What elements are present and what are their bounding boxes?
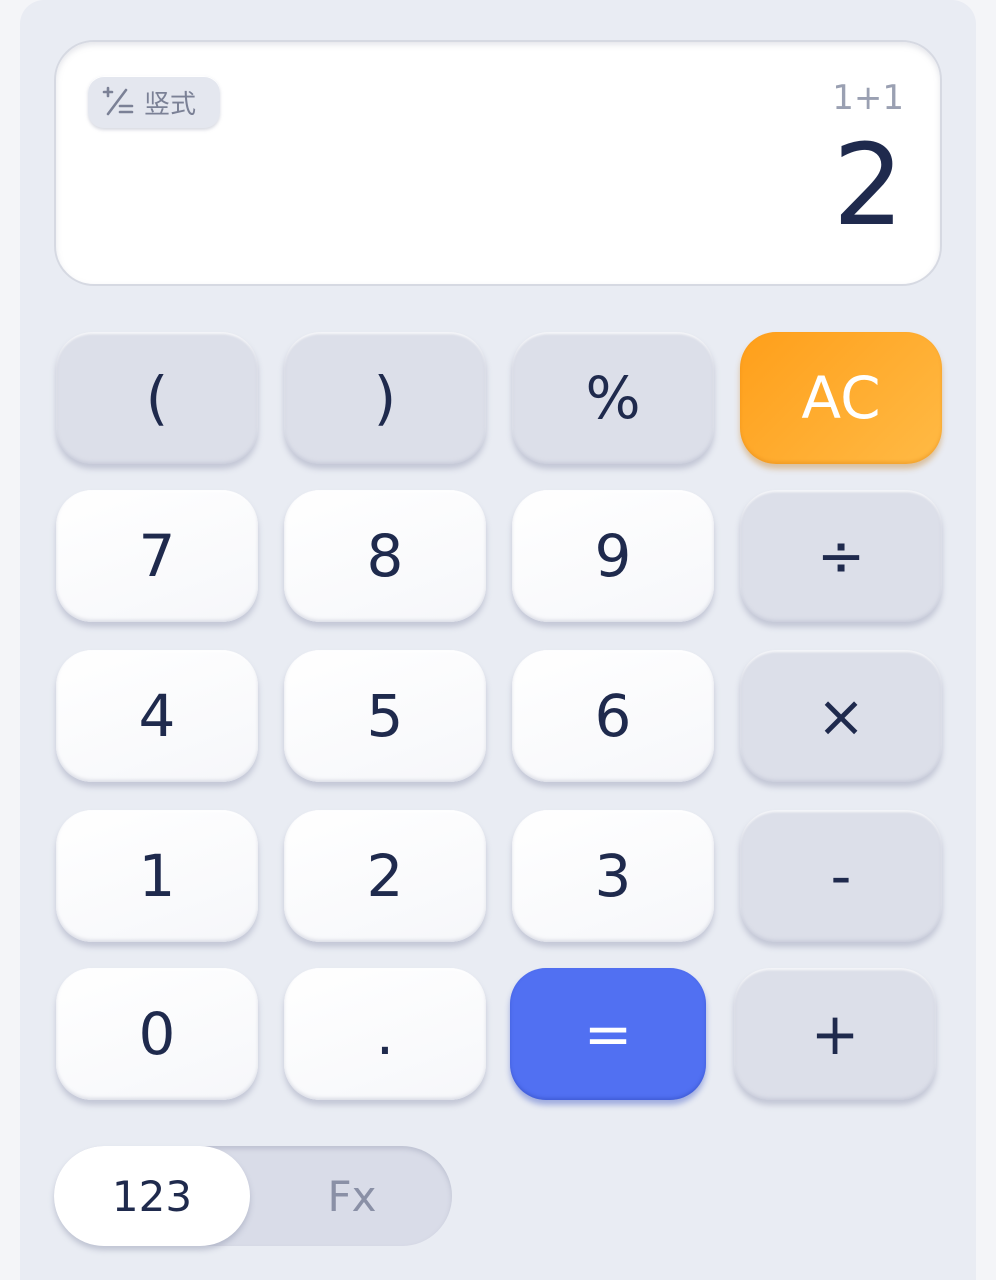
minus-key[interactable]: - [740, 810, 942, 942]
close-paren-key[interactable]: ) [284, 332, 486, 464]
basic-keyboard-tab[interactable]: 123 [54, 1146, 250, 1246]
digit-0-key[interactable]: 0 [56, 968, 258, 1100]
expression-text: 1+1 [832, 78, 904, 118]
digit-5-key[interactable]: 5 [284, 650, 486, 782]
open-paren-key[interactable]: ( [56, 332, 258, 464]
digit-4-key[interactable]: 4 [56, 650, 258, 782]
vertical-mode-label: 竖式 [144, 89, 197, 120]
divide-key[interactable]: ÷ [740, 490, 942, 622]
digit-3-key[interactable]: 3 [512, 810, 714, 942]
plus-key[interactable]: + [734, 968, 936, 1100]
digit-6-key[interactable]: 6 [512, 650, 714, 782]
digit-9-key[interactable]: 9 [512, 490, 714, 622]
vertical-arithmetic-icon [102, 86, 134, 116]
equals-key[interactable]: = [510, 968, 706, 1100]
clear-key[interactable]: AC [740, 332, 942, 464]
digit-7-key[interactable]: 7 [56, 490, 258, 622]
result-value: 2 [832, 121, 904, 251]
vertical-mode-button[interactable]: 竖式 [88, 76, 220, 128]
digit-8-key[interactable]: 8 [284, 490, 486, 622]
percent-key[interactable]: % [512, 332, 714, 464]
digit-1-key[interactable]: 1 [56, 810, 258, 942]
function-keyboard-tab[interactable]: Fx [254, 1146, 450, 1246]
keyboard-mode-toggle[interactable]: 123 Fx [54, 1146, 452, 1246]
calculator-display: 竖式 1+1 2 [54, 40, 942, 286]
digit-2-key[interactable]: 2 [284, 810, 486, 942]
decimal-key[interactable]: . [284, 968, 486, 1100]
multiply-key[interactable]: × [740, 650, 942, 782]
